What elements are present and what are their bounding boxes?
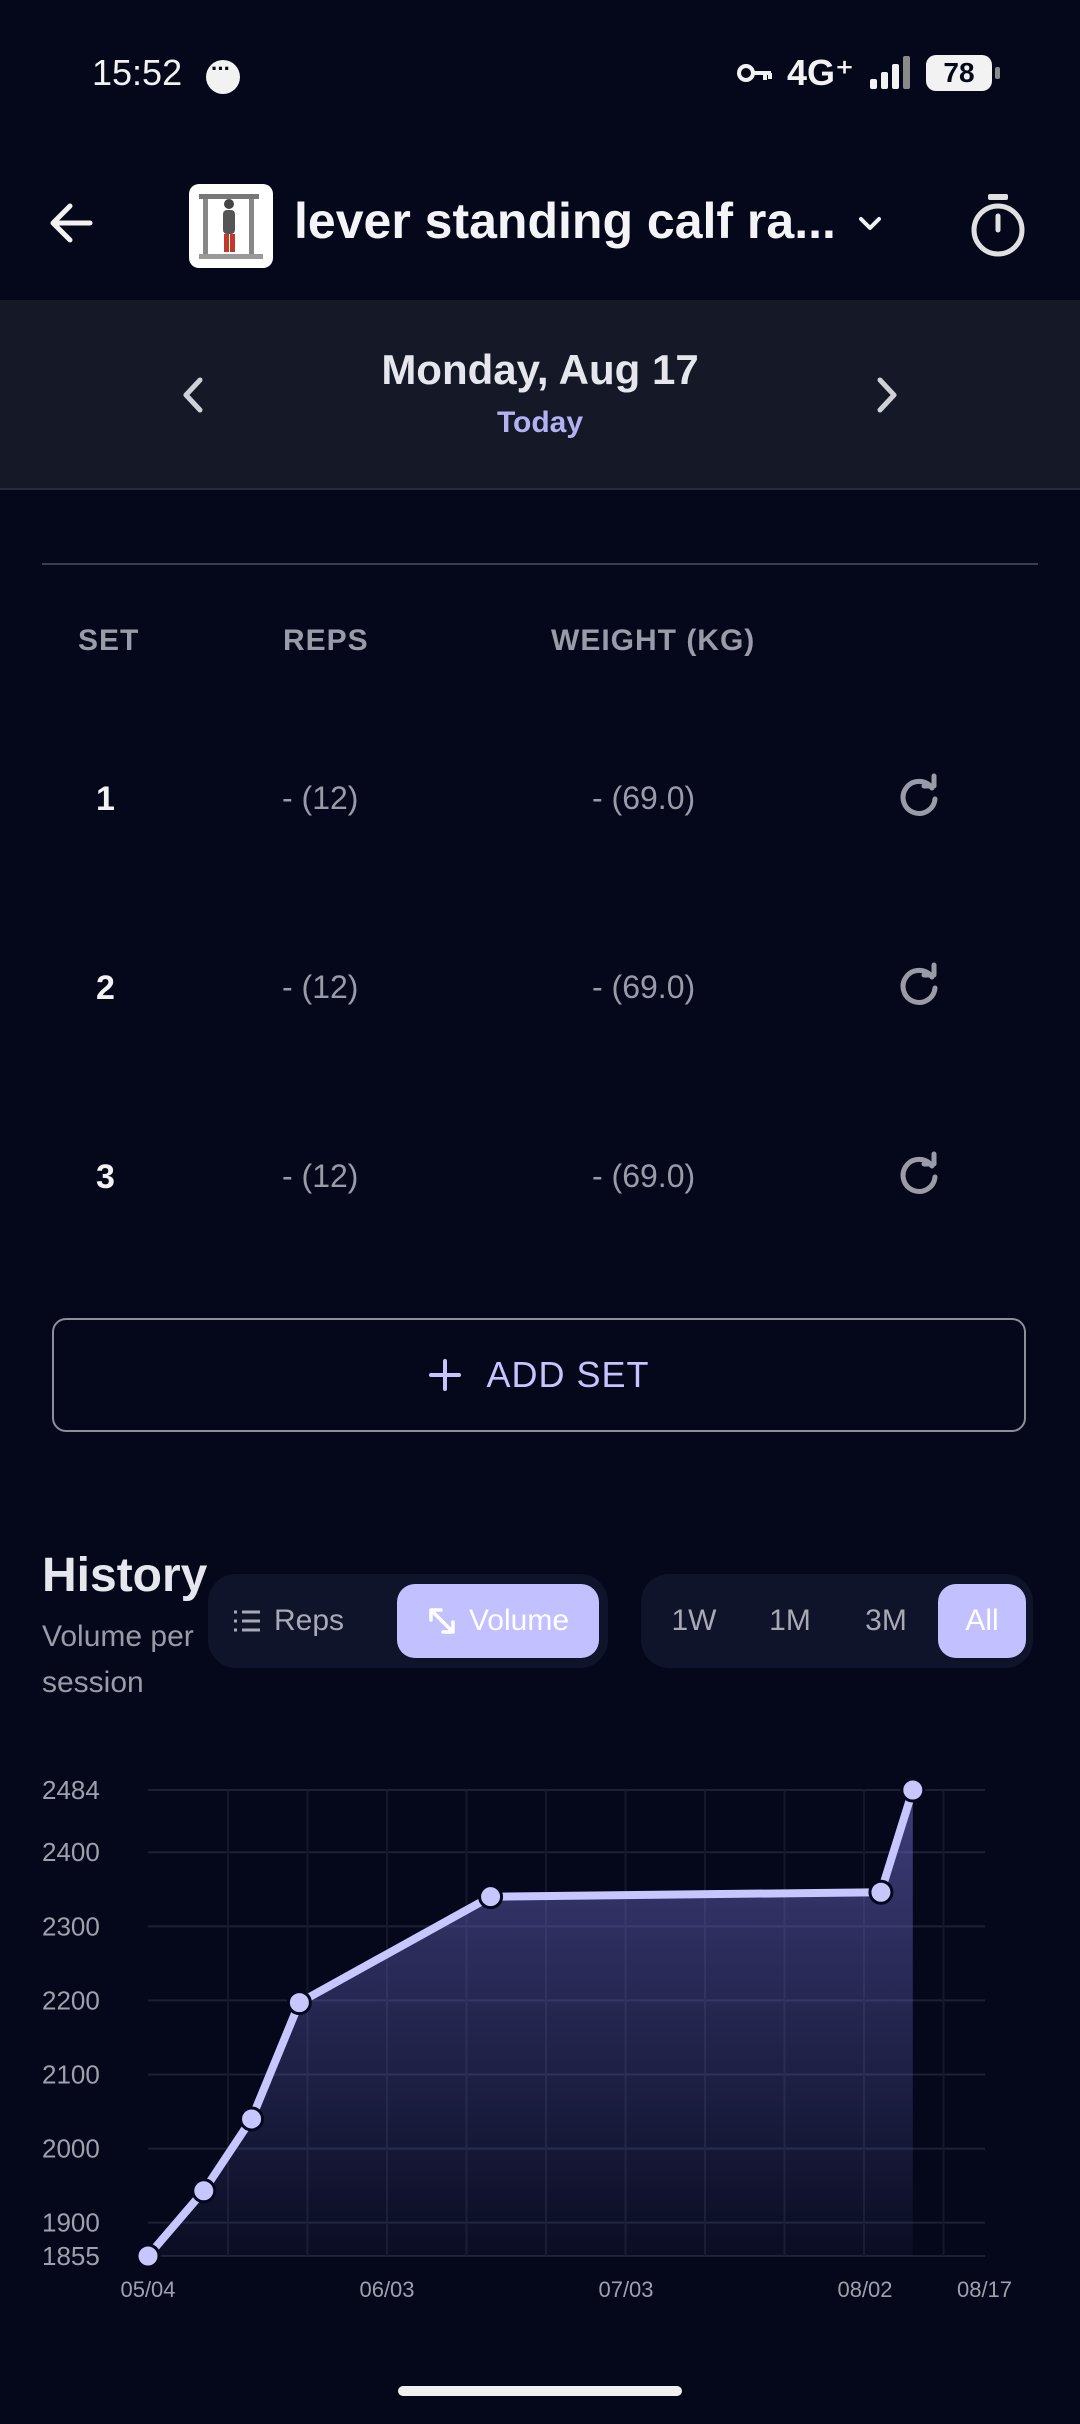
home-indicator[interactable] bbox=[398, 2386, 682, 2396]
repeat-set-icon[interactable] bbox=[894, 1150, 944, 1200]
range-toggle: 1W 1M 3M All bbox=[641, 1574, 1033, 1668]
x-axis: 05/04 06/03 07/03 08/02 08/17 bbox=[120, 2277, 1012, 2302]
y-tick-label: 1855 bbox=[42, 2241, 100, 2271]
y-tick-label: 2100 bbox=[42, 2059, 100, 2089]
section-divider bbox=[42, 563, 1038, 565]
set-number: 3 bbox=[96, 1158, 115, 1196]
reps-input[interactable]: - (12) bbox=[282, 969, 358, 1006]
back-arrow-icon[interactable] bbox=[40, 190, 106, 256]
column-header-reps: REPS bbox=[283, 624, 369, 657]
y-tick-label: 2200 bbox=[42, 1985, 100, 2015]
x-tick-label: 08/02 bbox=[837, 2277, 892, 2302]
exercise-thumbnail bbox=[189, 184, 273, 268]
plus-icon bbox=[429, 1359, 462, 1391]
dropdown-chevron-icon[interactable] bbox=[854, 208, 886, 240]
add-set-button[interactable]: ADD SET bbox=[52, 1318, 1026, 1432]
status-icons: 4G⁺ 78 bbox=[736, 52, 1000, 94]
battery-icon: 78 bbox=[926, 55, 1000, 91]
y-tick-label: 2300 bbox=[42, 1911, 100, 1941]
history-title: History bbox=[42, 1549, 208, 1602]
signal-icon bbox=[870, 56, 910, 89]
metric-toggle: Reps Volume bbox=[208, 1574, 608, 1668]
expand-icon bbox=[429, 1608, 455, 1634]
volume-chart: 2484 2400 2300 2200 2100 2000 19001855 05/04 06… bbox=[42, 1775, 1012, 2302]
reps-input[interactable]: - (12) bbox=[282, 1158, 358, 1195]
range-1w[interactable]: 1W bbox=[657, 1584, 731, 1658]
exercise-title[interactable]: lever standing calf ra... bbox=[294, 192, 836, 250]
data-point[interactable] bbox=[868, 1879, 894, 1905]
chart-area bbox=[148, 1790, 913, 2256]
range-1m[interactable]: 1M bbox=[753, 1584, 827, 1658]
message-notification-icon bbox=[206, 56, 240, 94]
date-bar bbox=[0, 300, 1080, 490]
battery-level: 78 bbox=[943, 57, 975, 88]
data-point[interactable] bbox=[239, 2106, 265, 2132]
column-header-weight: WEIGHT (KG) bbox=[551, 624, 756, 657]
vpn-key-icon bbox=[736, 64, 772, 82]
list-icon bbox=[233, 1610, 260, 1632]
x-tick-label: 08/17 bbox=[957, 2277, 1012, 2302]
y-tick-label: 1900 bbox=[42, 2208, 100, 2238]
tab-volume-label: Volume bbox=[468, 1604, 570, 1637]
column-header-set: SET bbox=[78, 624, 140, 657]
status-time: 15:52 bbox=[92, 52, 183, 93]
data-point[interactable] bbox=[286, 1990, 312, 2016]
y-tick-label: 2400 bbox=[42, 1837, 100, 1867]
add-set-label: ADD SET bbox=[486, 1354, 650, 1395]
history-subtitle: Volume per session bbox=[42, 1620, 194, 1699]
y-axis: 2484 2400 2300 2200 2100 2000 19001855 bbox=[42, 1775, 100, 2271]
data-point[interactable] bbox=[135, 2243, 161, 2269]
weight-input[interactable]: - (69.0) bbox=[592, 1158, 695, 1195]
data-point[interactable] bbox=[191, 2178, 217, 2204]
x-tick-label: 06/03 bbox=[359, 2277, 414, 2302]
tab-volume[interactable]: Volume bbox=[397, 1584, 599, 1658]
set-number: 2 bbox=[96, 969, 115, 1007]
weight-input[interactable]: - (69.0) bbox=[592, 969, 695, 1006]
x-tick-label: 05/04 bbox=[120, 2277, 175, 2302]
range-all[interactable]: All bbox=[938, 1584, 1026, 1658]
y-tick-label: 2484 bbox=[42, 1775, 100, 1805]
next-day-icon[interactable] bbox=[868, 370, 908, 420]
x-tick-label: 07/03 bbox=[598, 2277, 653, 2302]
reps-input[interactable]: - (12) bbox=[282, 780, 358, 817]
weight-input[interactable]: - (69.0) bbox=[592, 780, 695, 817]
y-tick-label: 2000 bbox=[42, 2134, 100, 2164]
network-type: 4G⁺ bbox=[786, 52, 854, 93]
repeat-set-icon[interactable] bbox=[894, 772, 944, 822]
repeat-set-icon[interactable] bbox=[894, 961, 944, 1011]
timer-icon[interactable] bbox=[964, 190, 1032, 262]
relative-date-label: Today bbox=[496, 406, 584, 439]
tab-reps[interactable]: Reps bbox=[228, 1584, 348, 1658]
tab-reps-label: Reps bbox=[273, 1604, 345, 1637]
range-3m[interactable]: 3M bbox=[849, 1584, 923, 1658]
selected-date[interactable]: Monday, Aug 17 bbox=[0, 346, 1080, 394]
data-point[interactable] bbox=[900, 1777, 926, 1803]
data-point[interactable] bbox=[478, 1884, 504, 1910]
set-number: 1 bbox=[96, 780, 115, 818]
